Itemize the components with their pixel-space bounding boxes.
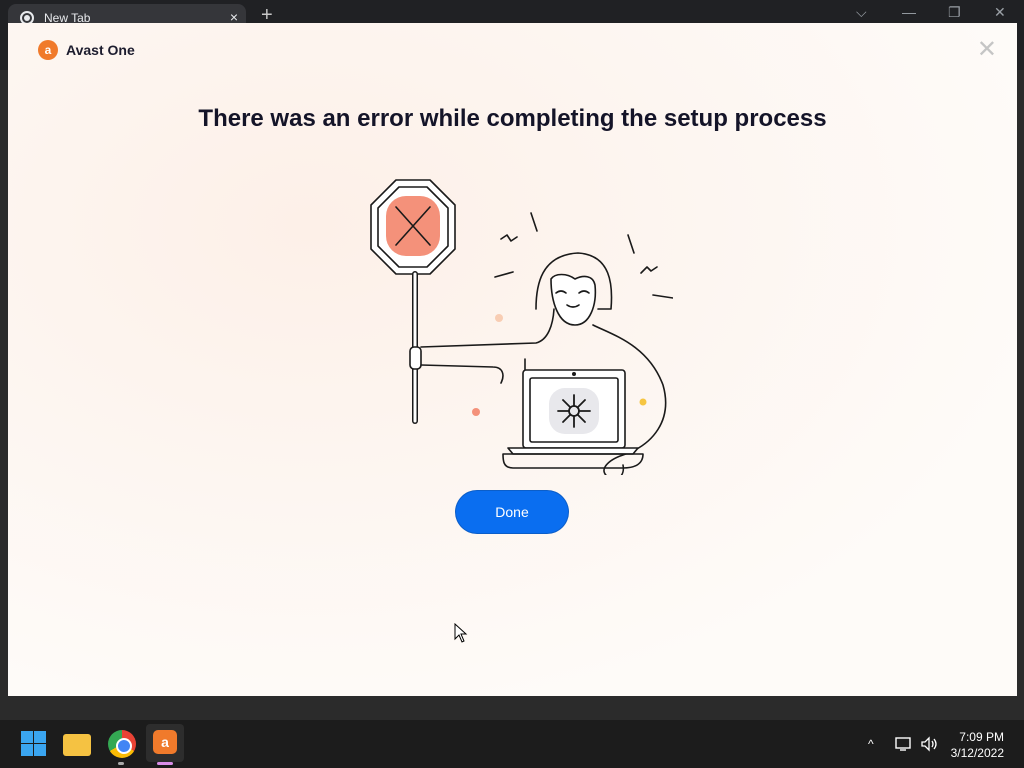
tray-overflow-icon[interactable]: ^ [868,720,874,768]
avast-taskbar-icon[interactable]: a [146,724,184,762]
tab-search-icon[interactable]: ⌵ [856,4,867,21]
brand: a Avast One [38,40,135,60]
minimize-button[interactable]: — [902,4,916,20]
stop-sign-icon [370,179,456,424]
done-button[interactable]: Done [456,491,568,533]
avast-running-indicator [157,762,173,765]
brand-name: Avast One [66,42,135,58]
mouse-cursor-icon [454,623,468,643]
restore-button[interactable]: ❐ [948,4,961,21]
window-close-button[interactable]: ✕ [994,4,1006,21]
close-button[interactable]: ✕ [977,35,997,64]
chrome-running-indicator [118,762,124,765]
taskbar: a ^ 7:09 PM 3/12/2022 [0,720,1024,768]
chrome-taskbar-icon[interactable] [108,730,136,758]
error-illustration [370,179,673,475]
file-explorer-icon[interactable] [63,734,91,756]
windows-start-icon[interactable] [20,730,48,758]
clock-time: 7:09 PM [959,730,1004,744]
network-icon[interactable] [895,736,913,752]
clock-date: 3/12/2022 [950,746,1004,760]
system-clock[interactable]: 7:09 PM 3/12/2022 [951,729,1004,761]
error-headline: There was an error while completing the … [198,105,827,132]
laptop-icon [502,369,644,469]
volume-icon[interactable] [920,736,938,752]
avast-logo-icon: a [38,40,58,60]
installer-window: a Avast One ✕ There was an error while c… [8,23,1017,696]
